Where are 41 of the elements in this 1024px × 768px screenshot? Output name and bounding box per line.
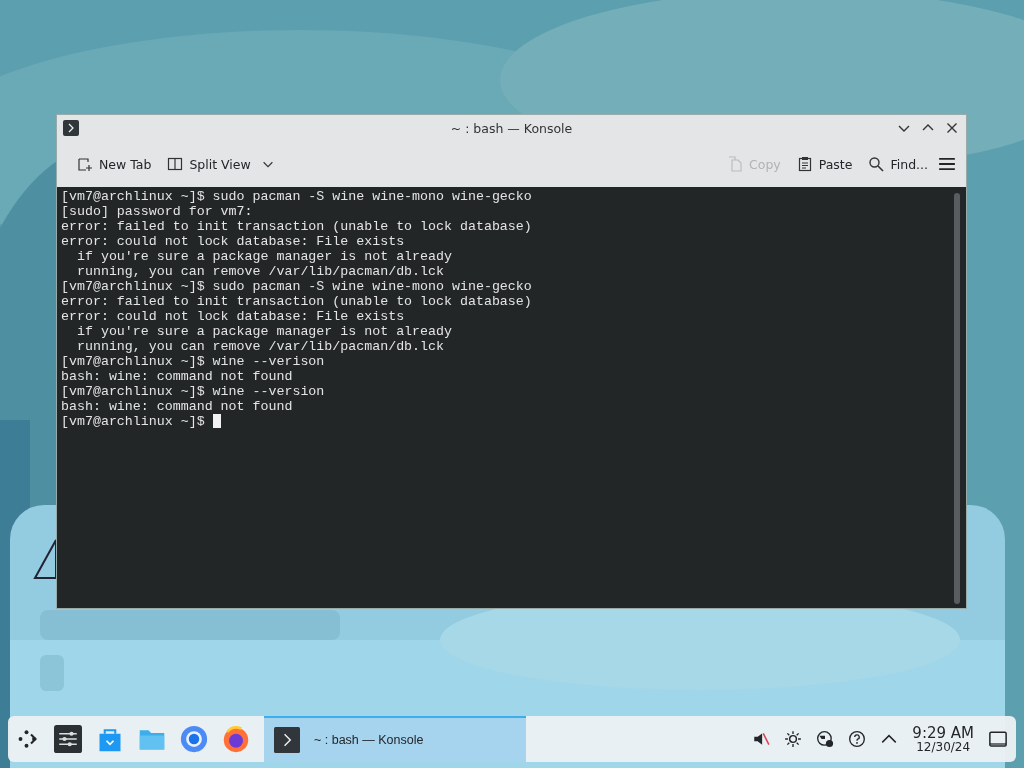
new-tab-button[interactable]: New Tab	[71, 152, 158, 176]
terminal-line: [vm7@archlinux ~]$ wine --verison	[61, 354, 325, 369]
find-button[interactable]: Find...	[862, 152, 934, 176]
scrollbar[interactable]	[954, 193, 960, 604]
new-tab-icon	[77, 156, 93, 172]
split-view-button[interactable]: Split View	[161, 152, 257, 176]
search-icon	[868, 156, 885, 172]
split-view-icon	[167, 156, 184, 172]
terminal-line: error: failed to init transaction (unable to lock database)	[61, 219, 532, 234]
clock-date[interactable]: 12/30/24	[916, 740, 971, 753]
help-icon[interactable]	[848, 730, 867, 748]
window-title: ~ : bash — Konsole	[450, 120, 573, 136]
brightness-icon[interactable]	[784, 730, 803, 748]
terminal-line: if you're sure a package manager is not already	[75, 249, 452, 264]
terminal-line: error: could not lock database: File exists	[61, 234, 405, 249]
fox-globe-icon[interactable]	[222, 725, 250, 753]
terminal-line: bash: wine: command not found	[61, 369, 293, 384]
terminal-line: error: failed to init transaction (unable to lock database)	[61, 294, 532, 309]
terminal-icon[interactable]	[63, 120, 79, 136]
menu-icon[interactable]	[938, 155, 956, 173]
paste-button[interactable]: Paste	[790, 152, 859, 176]
muted-speaker-icon[interactable]	[752, 730, 771, 748]
terminal-line: running, you can remove /var/lib/pacman/db.lck	[75, 264, 444, 279]
taskbar-task[interactable]: ~ : bash — Konsole	[264, 716, 526, 762]
terminal-line: [vm7@archlinux ~]$ sudo pacman -S wine wine-mono wine-gecko	[61, 189, 532, 204]
terminal-line: [vm7@archlinux ~]$ wine --version	[61, 384, 325, 399]
terminal-line: running, you can remove /var/lib/pacman/db.lck	[75, 339, 444, 354]
clipboard-icon	[796, 156, 813, 172]
copy-icon	[727, 156, 743, 172]
terminal-line: [sudo] password for vm7:	[61, 204, 253, 219]
terminal-icon	[274, 727, 300, 753]
clock-time[interactable]: 9:29 AM	[912, 725, 974, 741]
browser-icon[interactable]	[180, 725, 208, 753]
terminal-line: [vm7@archlinux ~]$	[61, 414, 221, 429]
terminal-line: [vm7@archlinux ~]$ sudo pacman -S wine wine-mono wine-gecko	[61, 279, 532, 294]
terminal-line: if you're sure a package manager is not already	[75, 324, 452, 339]
terminal-line: bash: wine: command not found	[61, 399, 293, 414]
terminal-line: error: could not lock database: File exists	[61, 309, 405, 324]
network-globe-icon[interactable]	[816, 730, 835, 748]
show-desktop-icon[interactable]	[988, 729, 1008, 749]
settings-icon[interactable]	[54, 725, 82, 753]
